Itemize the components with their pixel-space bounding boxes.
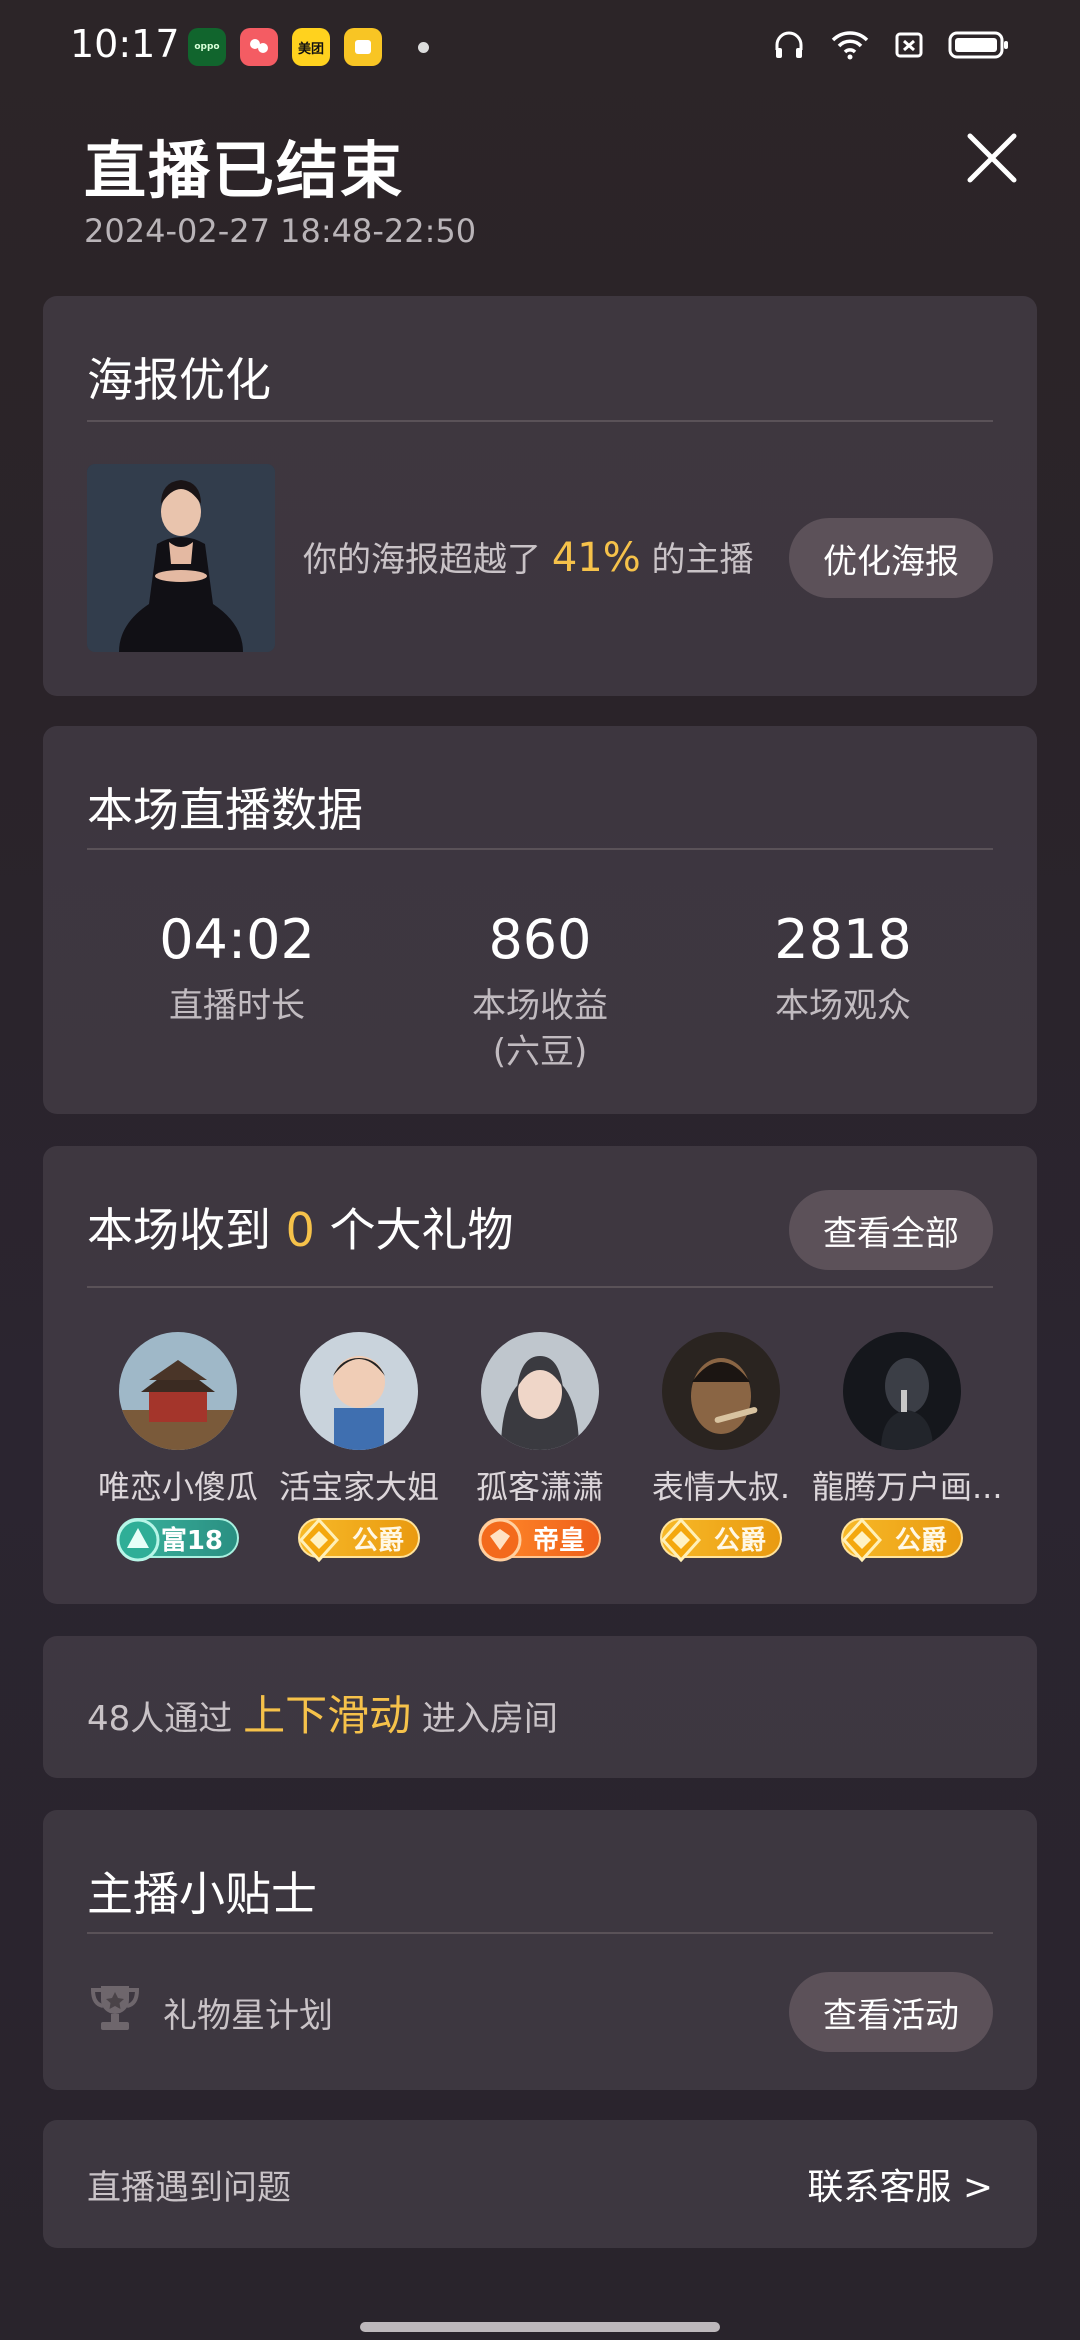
live-time-range: 2024-02-27 18:48-22:50	[84, 212, 477, 250]
notes-app-icon	[344, 28, 382, 66]
stat-label: 直播时长	[169, 986, 305, 1026]
gift-user[interactable]: 活宝家大姐 公爵	[269, 1332, 449, 1563]
emperor-badge: 帝皇	[478, 1518, 601, 1562]
avatar	[662, 1332, 780, 1450]
big-gifts-card: 本场收到 0 个大礼物 查看全部 唯恋小傻瓜 富18 活宝家大姐 公爵 孤客潇潇	[43, 1146, 1037, 1604]
poster-text-suffix: 的主播	[651, 540, 754, 580]
stat-value: 860	[488, 908, 592, 971]
user-name: 表情大叔.	[651, 1468, 791, 1506]
poster-thumbnail[interactable]	[87, 464, 275, 652]
divider	[87, 1932, 993, 1934]
stat-value: 2818	[774, 908, 912, 971]
poster-card-title: 海报优化	[87, 353, 271, 407]
badge-label: 帝皇	[532, 1525, 585, 1556]
gifts-card-title: 本场收到 0 个大礼物	[87, 1194, 514, 1260]
tips-card-title: 主播小贴士	[87, 1867, 317, 1921]
optimize-poster-button[interactable]: 优化海报	[789, 518, 993, 598]
poster-text-prefix: 你的海报超越了	[303, 540, 541, 580]
divider	[87, 1286, 993, 1288]
badge-label: 公爵	[713, 1525, 766, 1556]
emperor-icon	[478, 1518, 522, 1562]
live-stats-card: 本场直播数据 04:02 直播时长 860 本场收益 (六豆) 2818 本场观…	[43, 726, 1037, 1114]
oppo-app-icon: oppo	[188, 28, 226, 66]
page-title: 直播已结束	[84, 134, 405, 207]
status-time: 10:17	[70, 22, 180, 66]
gift-user[interactable]: 表情大叔. 公爵	[631, 1332, 811, 1563]
notification-dot	[418, 42, 429, 53]
home-indicator[interactable]	[360, 2322, 720, 2332]
badge-label: 公爵	[351, 1525, 404, 1556]
gifts-title-suffix: 个大礼物	[329, 1203, 514, 1257]
slide-text-suffix: 进入房间	[421, 1699, 558, 1739]
slide-highlight: 上下滑动	[243, 1691, 412, 1740]
duke-icon	[298, 1517, 340, 1563]
slide-text-prefix: 48人通过	[87, 1699, 233, 1739]
badge-label: 公爵	[894, 1525, 947, 1556]
gift-user[interactable]: 唯恋小傻瓜 富18	[88, 1332, 268, 1562]
divider	[87, 420, 993, 422]
rich-icon	[116, 1518, 160, 1562]
divider	[87, 848, 993, 850]
duke-badge: 公爵	[298, 1517, 420, 1563]
avatar	[300, 1332, 418, 1450]
close-icon	[967, 133, 1017, 183]
user-name: 唯恋小傻瓜	[97, 1468, 258, 1506]
view-all-button[interactable]: 查看全部	[789, 1190, 993, 1270]
stat-value: 04:02	[159, 908, 315, 971]
host-tips-card: 主播小贴士 礼物星计划 查看活动	[43, 1810, 1037, 2090]
sim-off-icon	[894, 30, 924, 60]
wifi-icon	[830, 29, 870, 61]
user-name: 龍腾万户画...	[812, 1468, 1003, 1506]
trophy-icon	[87, 1980, 143, 2036]
slide-entry-text: 48人通过 上下滑动 进入房间	[87, 1682, 558, 1743]
stat-label-main: 本场收益	[472, 986, 608, 1026]
rich-level-badge: 富18	[116, 1518, 239, 1562]
status-bar: 10:17 oppo 美团	[0, 0, 1080, 96]
gifts-title-prefix: 本场收到	[87, 1203, 271, 1257]
user-name: 活宝家大姐	[278, 1468, 439, 1506]
stat-label: 本场观众	[775, 986, 911, 1026]
poster-ranking-text: 你的海报超越了 41% 的主播	[303, 532, 754, 581]
contact-support-link[interactable]: 联系客服 >	[807, 2158, 993, 2210]
gift-user[interactable]: 龍腾万户画... 公爵	[812, 1332, 1003, 1563]
duke-icon	[660, 1517, 702, 1563]
duke-badge: 公爵	[841, 1517, 963, 1563]
duke-icon	[841, 1517, 883, 1563]
poster-percent: 41%	[551, 535, 641, 581]
problem-label: 直播遇到问题	[87, 2168, 291, 2208]
stat-duration: 04:02 直播时长	[87, 908, 387, 1029]
avatar	[481, 1332, 599, 1450]
stat-income: 860 本场收益 (六豆)	[390, 908, 690, 1075]
chat-app-icon	[240, 28, 278, 66]
gift-star-plan-label: 礼物星计划	[163, 1996, 333, 2036]
stats-card-title: 本场直播数据	[87, 783, 363, 837]
stat-viewers: 2818 本场观众	[693, 908, 993, 1029]
meituan-app-icon: 美团	[292, 28, 330, 66]
close-button[interactable]	[962, 128, 1022, 188]
headphones-icon	[772, 28, 806, 62]
problem-card: 直播遇到问题 联系客服 >	[43, 2120, 1037, 2248]
battery-icon	[948, 30, 1010, 60]
gift-count: 0	[285, 1203, 315, 1257]
view-activity-button[interactable]: 查看活动	[789, 1972, 993, 2052]
avatar	[843, 1332, 961, 1450]
stat-label: 本场收益 (六豆)	[390, 983, 690, 1075]
user-name: 孤客潇潇	[475, 1468, 604, 1506]
gift-user[interactable]: 孤客潇潇 帝皇	[450, 1332, 630, 1562]
stat-label-unit: (六豆)	[492, 1032, 588, 1072]
duke-badge: 公爵	[660, 1517, 782, 1563]
poster-optimize-card: 海报优化 你的海报超越了 41% 的主播 优化海报	[43, 296, 1037, 696]
slide-entry-card: 48人通过 上下滑动 进入房间	[43, 1636, 1037, 1778]
badge-label: 富18	[160, 1525, 223, 1556]
avatar	[119, 1332, 237, 1450]
